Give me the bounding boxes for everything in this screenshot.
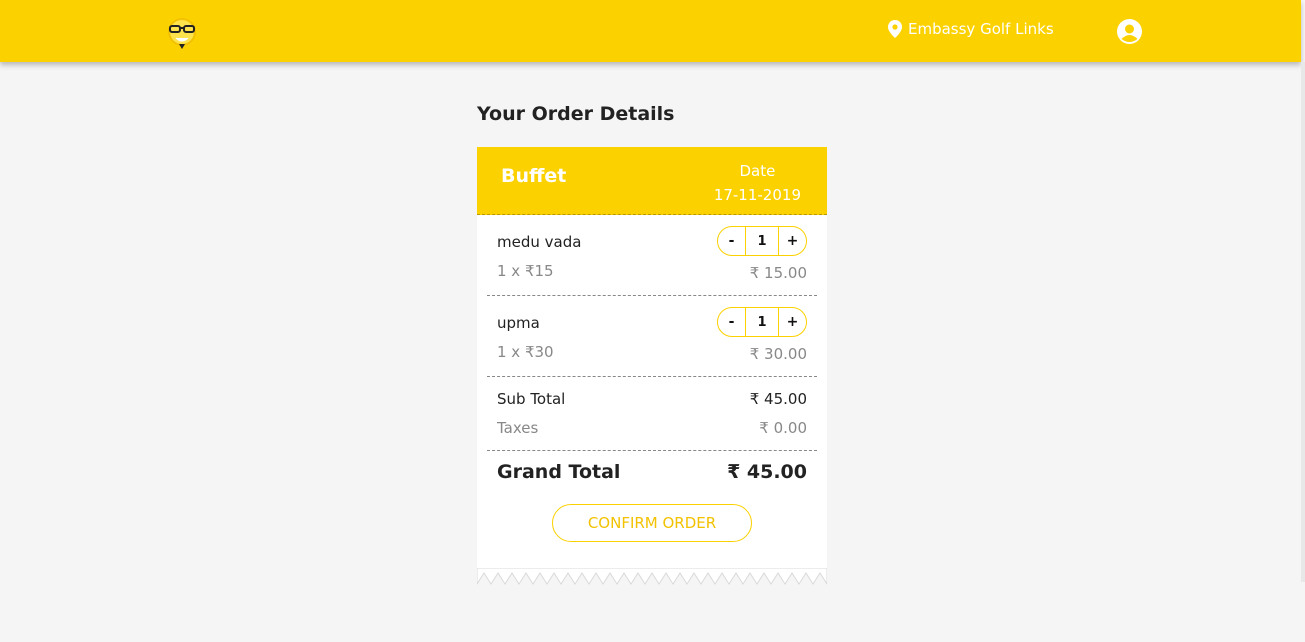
page-title: Your Order Details: [477, 103, 675, 125]
date-label: Date: [739, 162, 776, 180]
receipt-torn-edge: [477, 568, 827, 585]
logo-icon[interactable]: [166, 16, 198, 50]
order-totals: Sub Total ₹ 45.00 Taxes ₹ 0.00: [487, 377, 817, 451]
scrollbar-track[interactable]: [1301, 62, 1305, 582]
taxes-label: Taxes: [497, 419, 539, 437]
quantity-stepper: - 1 +: [717, 226, 807, 256]
grand-total-label: Grand Total: [497, 461, 621, 483]
quantity-stepper: - 1 +: [717, 307, 807, 337]
grand-total-row: Grand Total ₹ 45.00: [487, 451, 817, 495]
taxes-value: ₹ 0.00: [759, 419, 807, 437]
list-item: medu vada 1 x ₹15 ₹ 15.00 - 1 +: [487, 215, 817, 296]
order-date: Date 17-11-2019: [714, 159, 801, 207]
top-navbar: Embassy Golf Links: [0, 0, 1301, 62]
item-name: upma: [497, 314, 540, 332]
quantity-value: 1: [757, 314, 767, 330]
decrease-quantity-button[interactable]: -: [718, 308, 746, 336]
subtotal-value: ₹ 45.00: [749, 390, 807, 408]
item-total-price: ₹ 30.00: [749, 345, 807, 363]
increase-quantity-button[interactable]: +: [778, 308, 806, 336]
location-pin-icon: [888, 20, 902, 38]
order-receipt-card: Buffet Date 17-11-2019 medu vada 1 x ₹15…: [477, 147, 827, 572]
quantity-value: 1: [757, 233, 767, 249]
order-name: Buffet: [501, 165, 567, 187]
taxes-row: Taxes ₹ 0.00: [497, 419, 807, 437]
confirm-order-button[interactable]: CONFIRM ORDER: [552, 504, 752, 542]
grand-total-value: ₹ 45.00: [727, 461, 807, 483]
subtotal-label: Sub Total: [497, 390, 566, 408]
date-value: 17-11-2019: [713, 186, 801, 204]
decrease-quantity-button[interactable]: -: [718, 227, 746, 255]
order-header: Buffet Date 17-11-2019: [477, 147, 827, 215]
increase-quantity-button[interactable]: +: [778, 227, 806, 255]
item-unit-price: 1 x ₹30: [497, 343, 554, 361]
user-account-icon[interactable]: [1117, 19, 1142, 44]
subtotal-row: Sub Total ₹ 45.00: [497, 390, 807, 408]
item-name: medu vada: [497, 233, 582, 251]
item-total-price: ₹ 15.00: [749, 264, 807, 282]
item-unit-price: 1 x ₹15: [497, 262, 554, 280]
location-label: Embassy Golf Links: [908, 20, 1054, 38]
location-selector[interactable]: Embassy Golf Links: [888, 20, 1054, 38]
list-item: upma 1 x ₹30 ₹ 30.00 - 1 +: [487, 296, 817, 377]
